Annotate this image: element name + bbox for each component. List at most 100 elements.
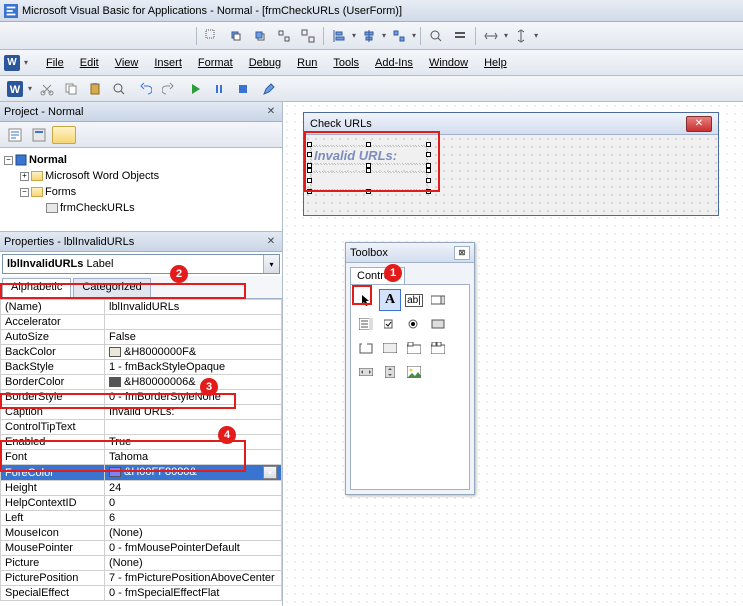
property-value[interactable]: &H00FF8080&▾ [105, 465, 282, 481]
tool-label[interactable]: A [379, 289, 401, 311]
property-row[interactable]: BackStyle1 - fmBackStyleOpaque [1, 360, 282, 375]
property-value[interactable]: 0 - fmBorderStyleNone [105, 390, 282, 405]
toggle-folders-button[interactable] [52, 126, 76, 144]
property-value[interactable]: lblInvalidURLs [105, 300, 282, 315]
tool-tabstrip[interactable] [403, 337, 425, 359]
center-button[interactable] [358, 25, 380, 47]
property-row[interactable]: SpecialEffect0 - fmSpecialEffectFlat [1, 586, 282, 601]
property-row[interactable]: EnabledTrue [1, 435, 282, 450]
tool-commandbutton[interactable] [379, 337, 401, 359]
cut-button[interactable] [36, 78, 58, 100]
tab-alphabetic[interactable]: Alphabetic [2, 278, 71, 298]
break-button[interactable] [208, 78, 230, 100]
paste-button[interactable] [84, 78, 106, 100]
close-icon[interactable]: ⊠ [454, 246, 470, 260]
tool-spinbutton[interactable] [379, 361, 401, 383]
property-row[interactable]: Accelerator [1, 315, 282, 330]
label-invalid-urls[interactable]: Invalid URLs: [310, 145, 428, 165]
view-code-button[interactable] [4, 124, 26, 146]
menu-edit[interactable]: Edit [72, 53, 107, 73]
zoom-button[interactable] [425, 25, 447, 47]
chevron-down-icon[interactable]: ▾ [24, 58, 32, 67]
property-value[interactable]: 7 - fmPicturePositionAboveCenter [105, 571, 282, 586]
property-value[interactable]: Invalid URLs: [105, 405, 282, 420]
form-client-area[interactable]: Invalid URLs: [304, 135, 718, 215]
property-value[interactable]: &H8000000F& [105, 345, 282, 360]
tool-frame[interactable] [355, 337, 377, 359]
toolbox-window[interactable]: Toolbox ⊠ Controls A ab| [345, 242, 475, 495]
property-row[interactable]: Picture(None) [1, 556, 282, 571]
design-mode-button[interactable] [258, 78, 280, 100]
property-value[interactable]: Tahoma [105, 450, 282, 465]
property-value[interactable] [105, 420, 282, 435]
redo-button[interactable] [158, 78, 180, 100]
close-icon[interactable]: ✕ [264, 105, 278, 119]
property-value[interactable]: 1 - fmBackStyleOpaque [105, 360, 282, 375]
view-object-button[interactable] [28, 124, 50, 146]
property-row[interactable]: BorderColor&H80000006& [1, 375, 282, 390]
property-row[interactable]: Height24 [1, 481, 282, 496]
property-row[interactable]: ForeColor&H00FF8080&▾ [1, 465, 282, 481]
word-icon[interactable] [4, 55, 20, 71]
toolbar-select-objects[interactable] [201, 25, 223, 47]
property-row[interactable]: Left6 [1, 511, 282, 526]
more-button[interactable] [449, 25, 471, 47]
property-row[interactable]: AutoSizeFalse [1, 330, 282, 345]
tool-scrollbar[interactable] [355, 361, 377, 383]
properties-grid[interactable]: (Name)lblInvalidURLsAcceleratorAutoSizeF… [0, 298, 282, 606]
tool-checkbox[interactable] [379, 313, 401, 335]
property-row[interactable]: (Name)lblInvalidURLs [1, 300, 282, 315]
property-value[interactable]: True [105, 435, 282, 450]
reset-button[interactable] [232, 78, 254, 100]
menu-debug[interactable]: Debug [241, 53, 289, 73]
menu-view[interactable]: View [107, 53, 147, 73]
menu-tools[interactable]: Tools [325, 53, 367, 73]
property-value[interactable]: (None) [105, 556, 282, 571]
tool-togglebutton[interactable] [427, 313, 449, 335]
chevron-down-icon[interactable]: ▾ [263, 466, 277, 479]
menu-file[interactable]: File [38, 53, 72, 73]
tool-combobox[interactable] [427, 289, 449, 311]
toolbar-bring-front[interactable] [225, 25, 247, 47]
run-button[interactable] [184, 78, 206, 100]
same-size-button[interactable] [388, 25, 410, 47]
menu-format[interactable]: Format [190, 53, 241, 73]
property-value[interactable]: 6 [105, 511, 282, 526]
property-row[interactable]: HelpContextID0 [1, 496, 282, 511]
toolbox-titlebar[interactable]: Toolbox ⊠ [346, 243, 474, 263]
toolbar-group[interactable] [273, 25, 295, 47]
tool-multipage[interactable] [427, 337, 449, 359]
property-value[interactable]: 0 - fmSpecialEffectFlat [105, 586, 282, 601]
undo-button[interactable] [134, 78, 156, 100]
project-tree[interactable]: −Normal +Microsoft Word Objects −Forms f… [0, 148, 282, 232]
copy-button[interactable] [60, 78, 82, 100]
toolbox-tab-controls[interactable]: Controls [350, 267, 405, 284]
form-titlebar[interactable]: Check URLs ✕ [304, 113, 718, 135]
property-row[interactable]: FontTahoma [1, 450, 282, 465]
label-secondary[interactable] [310, 171, 428, 191]
property-row[interactable]: PicturePosition7 - fmPicturePositionAbov… [1, 571, 282, 586]
property-value[interactable]: 0 [105, 496, 282, 511]
property-row[interactable]: BackColor&H8000000F& [1, 345, 282, 360]
tool-optionbutton[interactable] [403, 313, 425, 335]
userform-designer[interactable]: Check URLs ✕ Invalid URLs: [303, 112, 719, 216]
object-selector[interactable]: lblInvalidURLs Label ▾ [2, 254, 280, 274]
property-value[interactable]: (None) [105, 526, 282, 541]
tool-listbox[interactable] [355, 313, 377, 335]
menu-window[interactable]: Window [421, 53, 476, 73]
close-icon[interactable]: ✕ [686, 116, 712, 132]
chevron-down-icon[interactable]: ▾ [263, 255, 279, 273]
tool-textbox[interactable]: ab| [403, 289, 425, 311]
tool-pointer[interactable] [355, 289, 377, 311]
property-value[interactable] [105, 315, 282, 330]
vspace-button[interactable] [510, 25, 532, 47]
property-row[interactable]: MousePointer0 - fmMousePointerDefault [1, 541, 282, 556]
property-row[interactable]: BorderStyle0 - fmBorderStyleNone [1, 390, 282, 405]
property-value[interactable]: 24 [105, 481, 282, 496]
toolbar-send-back[interactable] [249, 25, 271, 47]
tool-image[interactable] [403, 361, 425, 383]
hspace-button[interactable] [480, 25, 502, 47]
menu-help[interactable]: Help [476, 53, 515, 73]
menu-addins[interactable]: Add-Ins [367, 53, 421, 73]
align-left-button[interactable] [328, 25, 350, 47]
